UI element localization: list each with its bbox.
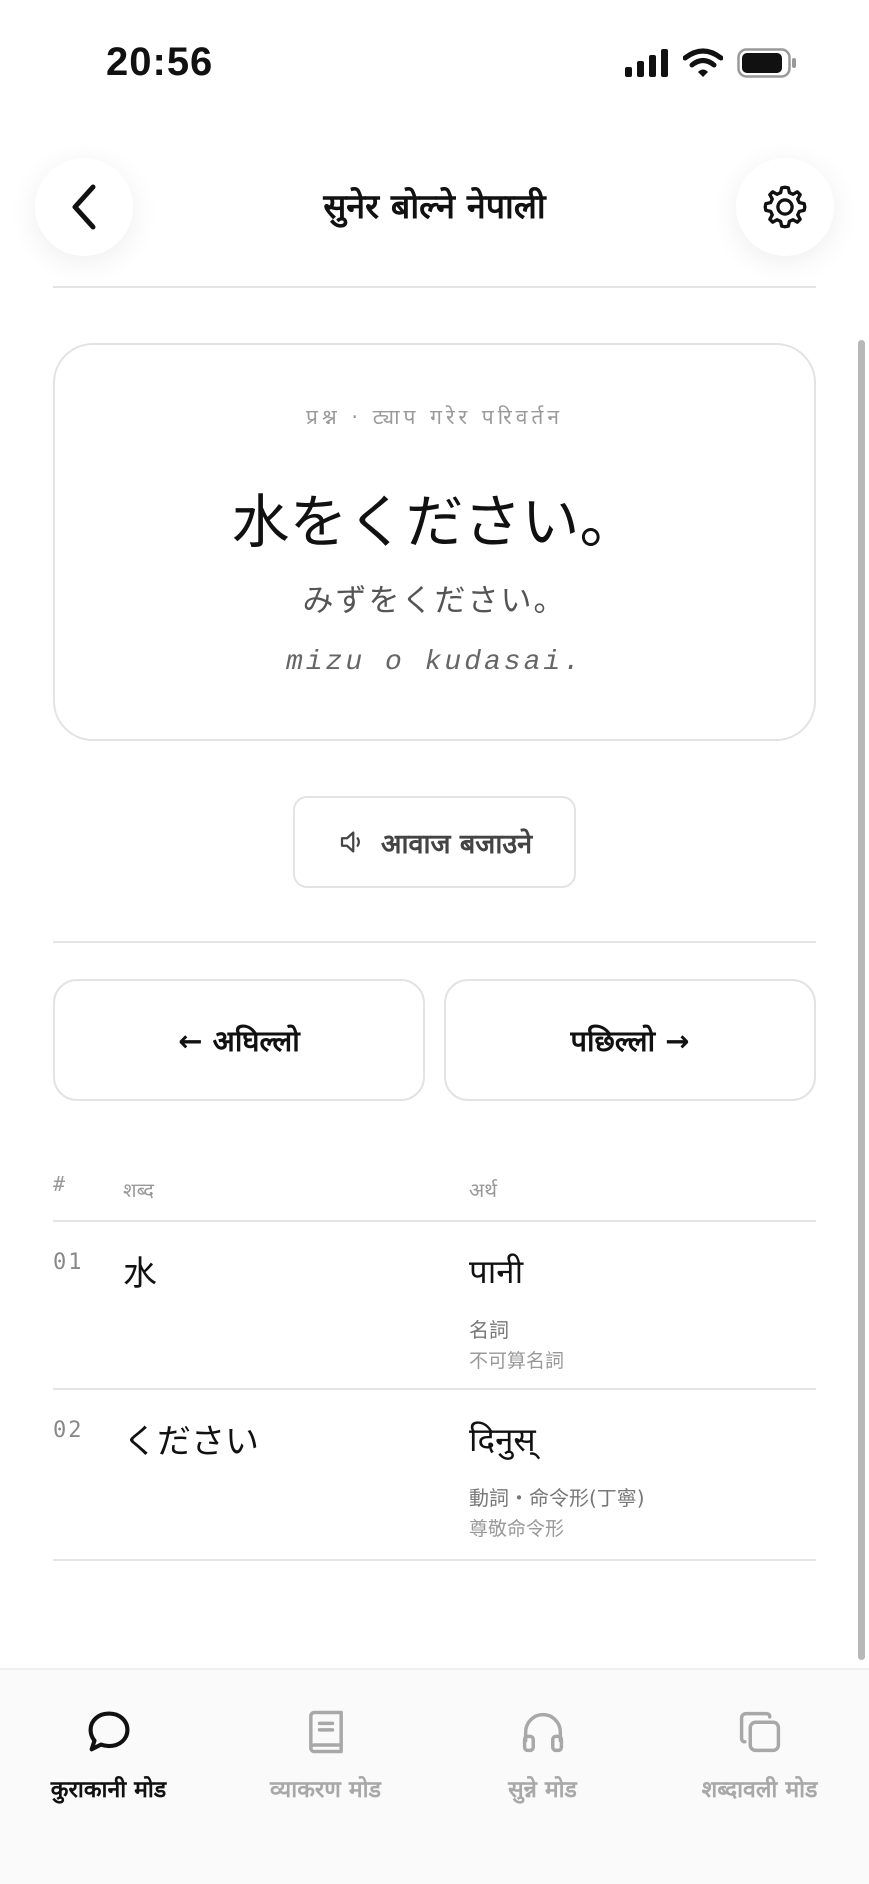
book-icon — [308, 1710, 343, 1754]
row-number: 02 — [53, 1418, 84, 1443]
battery-icon — [737, 48, 796, 78]
status-bar: 20:56 — [0, 0, 869, 120]
row-word: 水 — [123, 1254, 157, 1294]
status-time: 20:56 — [106, 40, 214, 84]
question-card[interactable]: प्रश्न · ट्याप गरेर परिवर्तन 水をください。 みずを… — [53, 343, 816, 741]
speaker-icon — [340, 831, 360, 853]
row-number: 01 — [53, 1250, 84, 1275]
tab-grammar-mode[interactable]: व्याकरण मोड — [217, 1702, 434, 1804]
row-meaning: दिनुस् — [469, 1420, 536, 1459]
section-divider — [53, 941, 816, 943]
headphones-icon — [522, 1712, 563, 1753]
tab-label: शब्दावली मोड — [701, 1777, 818, 1803]
play-audio-button[interactable]: आवाज बजाउने — [293, 796, 576, 888]
row-word: ください — [123, 1422, 259, 1462]
question-meta: प्रश्न · ट्याप गरेर परिवर्तन — [305, 405, 564, 429]
question-kana: みずをください。 — [302, 583, 567, 619]
wifi-icon — [683, 48, 723, 77]
tab-conversation-mode[interactable]: कुराकानी मोड — [0, 1702, 217, 1804]
question-sentence: 水をください。 — [231, 488, 638, 556]
vocab-table: # शब्द अर्थ 01 水 पानी 名詞 不可算名詞 02 ください द… — [53, 1160, 816, 1561]
header: सुनेर बोल्ने नेपाली — [0, 120, 869, 290]
question-romaji: mizu o kudasai. — [285, 647, 584, 678]
tab-label: सुन्ने मोड — [508, 1777, 577, 1803]
table-row: 01 水 पानी 名詞 不可算名詞 — [53, 1222, 816, 1390]
table-row: 02 ください दिनुस् 動詞・命令形(丁寧) 尊敬命令形 — [53, 1390, 816, 1561]
tab-listening-mode[interactable]: सुन्ने मोड — [434, 1702, 651, 1804]
column-header-word: शब्द — [123, 1178, 154, 1202]
row-part-of-speech-detail: 尊敬命令形 — [469, 1518, 565, 1540]
next-button[interactable]: पछिल्लो → — [444, 979, 816, 1101]
column-header-meaning: अर्थ — [469, 1178, 498, 1202]
play-audio-label: आवाज बजाउने — [380, 828, 533, 860]
scrollbar[interactable] — [858, 340, 865, 1660]
column-header-number: # — [53, 1172, 66, 1196]
status-icons — [625, 48, 797, 78]
previous-button[interactable]: ← अघिल्लो — [53, 979, 425, 1101]
cellular-signal-icon — [625, 49, 668, 77]
vocab-header-row: # शब्द अर्थ — [53, 1160, 816, 1222]
row-meaning: पानी — [469, 1252, 524, 1291]
tab-vocabulary-mode[interactable]: शब्दावली मोड — [651, 1702, 868, 1804]
chat-bubble-icon — [88, 1711, 129, 1752]
next-label: पछिल्लो → — [570, 1023, 690, 1058]
row-part-of-speech: 動詞・命令形(丁寧) — [469, 1486, 645, 1510]
tab-label: कुराकानी मोड — [50, 1777, 167, 1803]
tab-label: व्याकरण मोड — [270, 1777, 381, 1803]
cards-icon — [739, 1711, 780, 1753]
bottom-tab-bar: कुराकानी मोड व्याकरण मोड सुन्ने मोड शब्द… — [0, 1668, 869, 1884]
row-part-of-speech-detail: 不可算名詞 — [469, 1350, 565, 1372]
gear-icon — [763, 185, 807, 229]
header-divider — [53, 286, 816, 288]
row-part-of-speech: 名詞 — [469, 1318, 509, 1342]
previous-label: ← अघिल्लो — [178, 1023, 300, 1058]
settings-button[interactable] — [736, 158, 834, 256]
